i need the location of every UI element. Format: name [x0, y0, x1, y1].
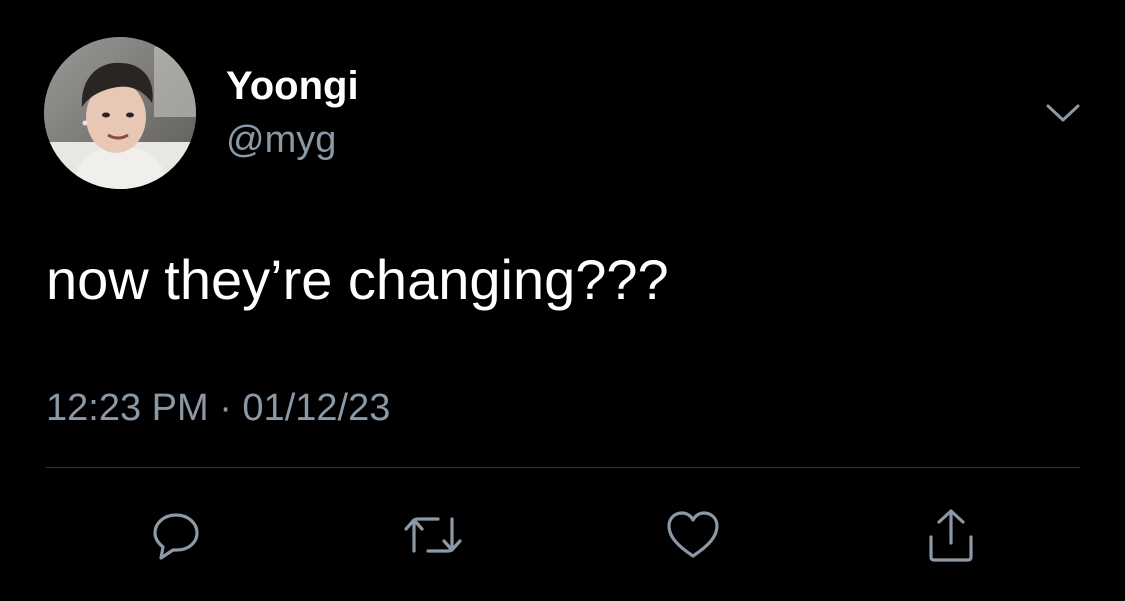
avatar[interactable] [44, 37, 196, 189]
avatar-image [44, 37, 196, 189]
tweet-timestamp[interactable]: 12:23 PM · 01/12/23 [46, 384, 390, 432]
divider [46, 467, 1080, 468]
reply-button[interactable] [141, 500, 211, 570]
like-button[interactable] [658, 500, 728, 570]
more-options-button[interactable] [1040, 96, 1086, 132]
share-button[interactable] [916, 500, 986, 570]
action-bar [0, 500, 1125, 570]
tweet-text: now they’re changing??? [46, 248, 669, 311]
tweet-card: Yoongi @myg now they’re changing??? 12:2… [0, 0, 1125, 601]
chevron-down-icon [1046, 104, 1080, 122]
reply-icon [153, 513, 199, 560]
share-icon [929, 509, 973, 562]
display-name[interactable]: Yoongi [226, 62, 359, 110]
heart-icon [667, 511, 719, 558]
user-handle[interactable]: @myg [226, 117, 336, 163]
retweet-icon [404, 517, 462, 553]
retweet-button[interactable] [398, 500, 468, 570]
